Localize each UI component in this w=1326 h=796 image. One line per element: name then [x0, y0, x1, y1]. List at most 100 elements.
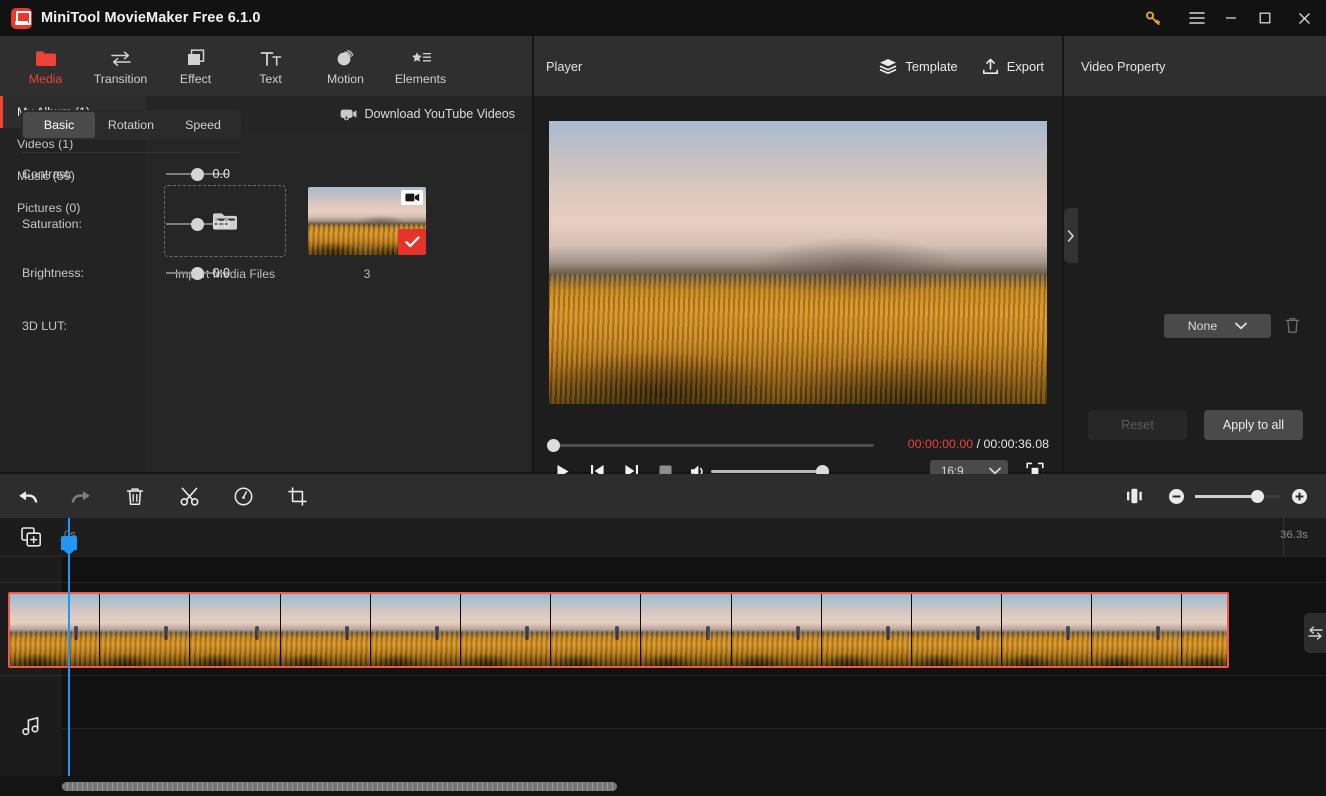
- download-youtube-label: Download YouTube Videos: [364, 107, 515, 121]
- contrast-value: 0.0: [212, 167, 230, 181]
- clip-frame-image: [190, 594, 280, 666]
- ribbon-item-effect[interactable]: Effect: [158, 38, 233, 94]
- add-media-icon[interactable]: [0, 518, 62, 556]
- contrast-slider-handle[interactable]: [191, 168, 204, 181]
- timeline-ruler[interactable]: 0s 36.3s: [62, 518, 1326, 556]
- timeline-zoom-controls: [1107, 474, 1326, 518]
- download-youtube-button[interactable]: Download YouTube Videos: [340, 107, 515, 121]
- clip-frame: [190, 594, 281, 666]
- effect-icon: [186, 47, 206, 67]
- clip-frame-image: [1092, 594, 1182, 666]
- crop-button[interactable]: [270, 474, 324, 518]
- ribbon-item-motion[interactable]: Motion: [308, 38, 383, 94]
- timeline-lane-extra[interactable]: [62, 675, 1326, 728]
- clip-frame-image: [100, 594, 190, 666]
- player-header-actions: Template Export: [879, 58, 1062, 75]
- hamburger-menu-icon[interactable]: [1180, 0, 1214, 36]
- app-title: MiniTool MovieMaker Free 6.1.0: [41, 10, 261, 26]
- split-button[interactable]: [162, 474, 216, 518]
- video-property-panel: Video Property: [1064, 36, 1326, 472]
- timeline-lane-overlay[interactable]: [62, 556, 1326, 582]
- ribbon-item-transition[interactable]: Transition: [83, 38, 158, 94]
- total-time: 00:00:36.08: [983, 437, 1049, 451]
- timeline-video-clip[interactable]: [8, 592, 1229, 668]
- ribbon-item-elements[interactable]: Elements: [383, 38, 458, 94]
- tab-rotation-label: Rotation: [107, 118, 155, 132]
- zoom-slider-handle[interactable]: [1251, 489, 1264, 503]
- preview-area: [534, 96, 1062, 429]
- clip-frame-image: [370, 594, 460, 666]
- clip-frame-image: [280, 594, 370, 666]
- clip-frame-subject: [254, 626, 259, 641]
- lut-value: None: [1187, 319, 1218, 333]
- clip-frame: [100, 594, 191, 666]
- window-controls: [1136, 0, 1326, 36]
- export-button[interactable]: Export: [982, 58, 1044, 75]
- transition-icon: [110, 47, 132, 67]
- preview-frame-image: [549, 121, 1047, 404]
- timecode-display: 00:00:00.00 / 00:00:36.08: [908, 437, 1049, 451]
- ribbon-label-media: Media: [28, 71, 63, 86]
- apply-label: Apply to all: [1222, 418, 1285, 432]
- playhead-handle[interactable]: [61, 536, 77, 555]
- redo-button[interactable]: [54, 474, 108, 518]
- media-panel: Media Transition Effect Text Motion Elem…: [0, 36, 532, 472]
- seek-bar-track[interactable]: [549, 444, 874, 447]
- volume-slider-track[interactable]: [711, 470, 826, 473]
- clip-frame: [460, 594, 552, 666]
- clip-frame-subject: [74, 626, 79, 641]
- brightness-slider-handle[interactable]: [191, 267, 204, 280]
- ribbon-item-media[interactable]: Media: [8, 38, 83, 94]
- clip-frame-subject: [164, 626, 169, 641]
- delete-button[interactable]: [108, 474, 162, 518]
- tab-speed-label: Speed: [185, 118, 221, 132]
- lut-delete-trash-icon[interactable]: [1285, 317, 1300, 334]
- minimize-icon[interactable]: [1214, 0, 1248, 36]
- seek-bar-handle[interactable]: [547, 439, 560, 452]
- media-selected-check-icon[interactable]: [398, 229, 426, 255]
- tab-rotation[interactable]: Rotation: [95, 112, 167, 138]
- ribbon-item-text[interactable]: Text: [233, 38, 308, 94]
- chevron-right-icon[interactable]: [1064, 208, 1078, 263]
- close-icon[interactable]: [1282, 0, 1326, 36]
- media-thumbnail-item[interactable]: [308, 187, 426, 255]
- clip-frame-image: [641, 594, 731, 666]
- key-icon[interactable]: [1136, 0, 1170, 36]
- clip-frame: [1182, 594, 1227, 666]
- undo-button[interactable]: [0, 474, 54, 518]
- player-title: Player: [546, 58, 583, 74]
- playhead[interactable]: [61, 518, 77, 776]
- clip-frame: [1092, 594, 1183, 666]
- ribbon-label-text: Text: [259, 71, 282, 86]
- audio-track-header[interactable]: [0, 675, 62, 775]
- tab-speed[interactable]: Speed: [167, 112, 239, 138]
- lut-select[interactable]: None: [1164, 314, 1271, 338]
- player-header: Player Template Export: [534, 36, 1062, 96]
- maximize-icon[interactable]: [1248, 0, 1282, 36]
- tab-basic[interactable]: Basic: [23, 112, 95, 138]
- clip-frame: [280, 594, 371, 666]
- youtube-icon: [340, 108, 357, 121]
- clip-frame: [10, 594, 101, 666]
- saturation-row: Saturation: 0.0: [0, 213, 262, 235]
- reset-button[interactable]: Reset: [1088, 410, 1187, 440]
- ribbon-label-transition: Transition: [93, 71, 148, 86]
- title-bar: MiniTool MovieMaker Free 6.1.0: [0, 0, 1326, 36]
- timeline-lane-audio[interactable]: [62, 728, 1326, 776]
- zoom-in-icon[interactable]: [1284, 474, 1314, 518]
- zoom-out-icon[interactable]: [1161, 474, 1191, 518]
- contrast-row: Contrast: 0.0: [0, 163, 262, 185]
- preview-canvas[interactable]: [549, 121, 1047, 404]
- saturation-slider-handle[interactable]: [191, 218, 204, 231]
- zoom-slider-track[interactable]: [1195, 489, 1280, 503]
- layers-icon: [879, 58, 897, 74]
- text-icon: [260, 47, 282, 67]
- timeline-horizontal-scrollbar[interactable]: [62, 782, 617, 791]
- zoom-slider-filled: [1195, 494, 1257, 498]
- speed-button[interactable]: [216, 474, 270, 518]
- player-panel: Player Template Export 00:00:00.00 / 00:…: [534, 36, 1062, 482]
- template-button[interactable]: Template: [879, 58, 958, 74]
- split-view-icon[interactable]: [1107, 474, 1161, 518]
- apply-to-all-button[interactable]: Apply to all: [1204, 410, 1303, 440]
- swap-arrows-icon[interactable]: [1304, 613, 1326, 653]
